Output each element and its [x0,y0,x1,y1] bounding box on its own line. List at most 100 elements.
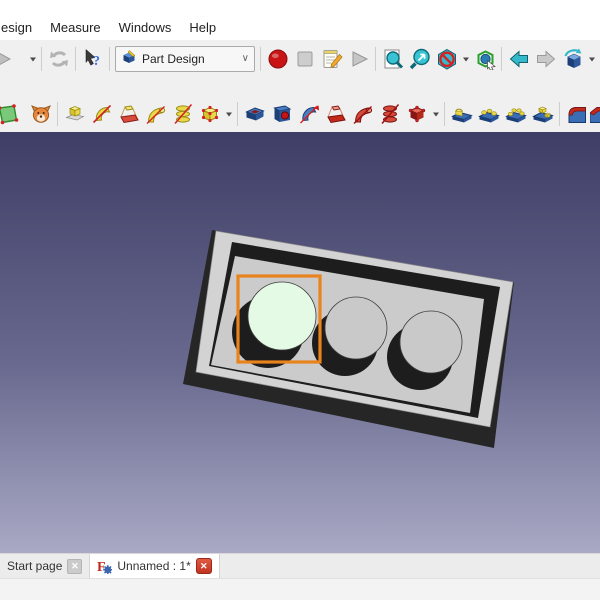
menu-bar: esign Measure Windows Help [0,14,600,40]
toolbar-separator [75,46,76,71]
toolbar-separator [260,46,261,71]
dog-face-button[interactable] [27,100,54,128]
revolution-button[interactable] [88,100,115,128]
toolbar-row-1: ? Part Design ∨ [0,40,600,77]
redo-dropdown-caret[interactable] [27,45,38,73]
svg-text:?: ? [93,54,100,69]
draw-style-icon [436,48,458,70]
menu-item-measure[interactable]: Measure [41,16,110,39]
box-element-selection-icon [474,48,496,70]
pad-icon [64,103,86,125]
caret-down-icon [29,48,37,70]
axonometric-view-caret[interactable] [586,45,597,73]
fit-all-button[interactable] [379,45,406,73]
caret-down-icon [462,48,470,70]
zoom-selection-button[interactable] [406,45,433,73]
refresh-button[interactable] [45,45,72,73]
draw-style-button[interactable] [433,45,460,73]
redo-button[interactable] [0,45,27,73]
subtractive-pipe-button[interactable] [349,100,376,128]
navigate-forward-button[interactable] [532,45,559,73]
tab-start-page-close-icon[interactable]: ✕ [67,558,83,574]
tab-unnamed-document[interactable]: F Unnamed : 1* ✕ [89,554,220,578]
mirrored-button[interactable] [448,100,475,128]
whats-this-button[interactable]: ? [79,45,106,73]
macro-record-button[interactable] [264,45,291,73]
play-macro-icon [348,48,370,70]
macro-edit-button[interactable] [318,45,345,73]
macro-play-button[interactable] [345,45,372,73]
tab-start-page[interactable]: Start page ✕ [0,554,89,578]
hole-3-face[interactable] [399,310,463,374]
additive-loft-button[interactable] [115,100,142,128]
edit-macro-icon [321,48,343,70]
pocket-button[interactable] [241,100,268,128]
tab-unnamed-close-icon[interactable]: ✕ [195,558,212,574]
toolbar-separator [41,46,42,71]
chevron-down-icon: ∨ [241,53,249,64]
toolbar-separator [57,102,58,126]
model-scene [183,230,514,448]
freecad-file-icon: F [97,559,113,574]
toolbar-row-2 [0,96,600,132]
subtractive-helix-button[interactable] [376,100,403,128]
chamfer-button[interactable] [590,100,600,128]
menu-item-help[interactable]: Help [180,16,225,39]
menu-item-windows[interactable]: Windows [110,16,181,39]
mirrored-icon [450,103,473,125]
tab-start-page-label: Start page [7,559,63,573]
freecad-window: esign Measure Windows Help ? Part Design ∨ [0,0,600,600]
document-tab-bar: Start page ✕ F Unnamed : 1* ✕ [0,553,600,578]
box-element-selection-button[interactable] [471,45,498,73]
linear-pattern-button[interactable] [475,100,502,128]
fit-all-icon [382,48,404,70]
subtractive-primitive-caret[interactable] [430,100,441,128]
caret-down-icon [225,103,233,125]
subtractive-loft-button[interactable] [322,100,349,128]
3d-viewport[interactable] [0,132,600,553]
whats-this-icon: ? [82,48,104,70]
revolution-icon [91,103,113,125]
axonometric-view-button[interactable] [559,45,586,73]
additive-helix-icon [172,103,194,125]
groove-button[interactable] [295,100,322,128]
status-bar [0,578,600,600]
caret-down-icon [588,48,596,70]
forward-arrow-icon [535,48,557,70]
create-sketch-icon [0,103,19,125]
polar-pattern-button[interactable] [502,100,529,128]
macro-stop-button[interactable] [291,45,318,73]
toolbar-empty-area [0,77,600,96]
toolbar-separator [559,102,560,126]
back-arrow-icon [508,48,530,70]
navigate-back-button[interactable] [505,45,532,73]
subtractive-primitive-button[interactable] [403,100,430,128]
subtractive-box-icon [406,103,428,125]
toolbar-separator [501,46,502,71]
fillet-button[interactable] [563,100,590,128]
zoom-selection-icon [409,48,431,70]
additive-box-icon [199,103,221,125]
groove-icon [298,103,320,125]
hole-button[interactable] [268,100,295,128]
refresh-icon [48,48,70,70]
additive-helix-button[interactable] [169,100,196,128]
pad-button[interactable] [61,100,88,128]
toolbar-separator [109,46,110,71]
hole-2-face[interactable] [324,296,388,360]
pocket-icon [244,103,266,125]
additive-pipe-button[interactable] [142,100,169,128]
hole-1-selected-face[interactable] [247,281,317,351]
subtractive-helix-icon [379,103,401,125]
title-bar [0,0,600,14]
create-sketch-button[interactable] [0,100,27,128]
subtractive-loft-icon [325,103,347,125]
additive-primitive-caret[interactable] [223,100,234,128]
tab-unnamed-label: Unnamed : 1* [117,559,191,573]
workbench-selector[interactable]: Part Design ∨ [115,45,255,72]
multitransform-button[interactable] [529,100,556,128]
additive-primitive-button[interactable] [196,100,223,128]
draw-style-caret[interactable] [460,45,471,73]
menu-item-design[interactable]: esign [0,16,41,39]
hole-icon [271,103,293,125]
